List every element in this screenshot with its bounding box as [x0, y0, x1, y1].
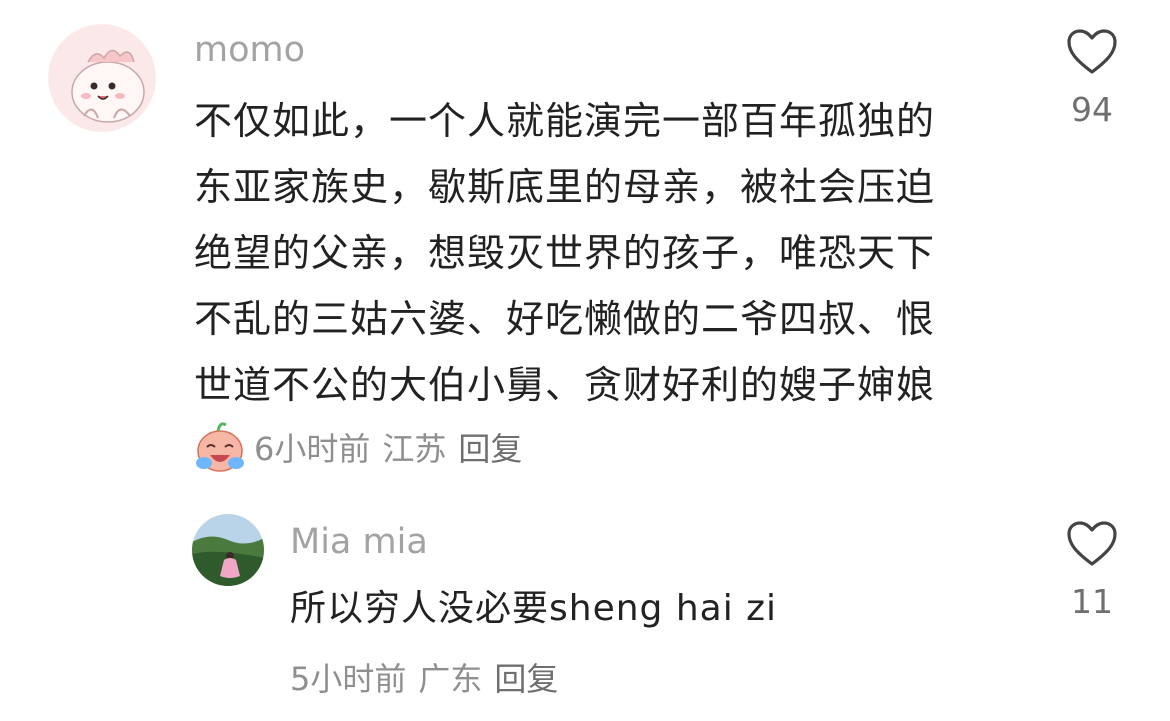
comment-line: 世道不公的大伯小舅、贪财好利的嫂子婶娘	[194, 363, 936, 407]
comment-line: 不乱的三姑六婆、好吃懒做的二爷四叔、恨	[194, 297, 936, 341]
username[interactable]: Mia mia	[290, 522, 428, 562]
like-button[interactable]: 94	[1058, 28, 1126, 129]
comment-line: 所以穷人没必要sheng hai zi	[290, 588, 778, 629]
heart-icon[interactable]	[1066, 520, 1118, 568]
comment-line: 不仅如此，一个人就能演完一部百年孤独的	[194, 99, 936, 143]
comment-meta: 5小时前 广东 回复	[290, 652, 570, 702]
comment-location: 江苏	[382, 430, 447, 468]
reply-button[interactable]: 回复	[494, 654, 558, 700]
landscape-photo-avatar-icon	[192, 514, 264, 586]
comment-line: 绝望的父亲，想毁灭世界的孩子，唯恐天下	[194, 231, 936, 275]
comment-time: 5小时前	[290, 660, 407, 698]
pink-dinosaur-avatar-icon	[48, 24, 156, 132]
like-count: 11	[1071, 582, 1113, 621]
comment-text: 不仅如此，一个人就能演完一部百年孤独的 东亚家族史，歇斯底里的母亲，被社会压迫 …	[194, 88, 935, 418]
avatar[interactable]	[192, 514, 264, 586]
username[interactable]: momo	[194, 30, 305, 70]
comment-meta: 6小时前 江苏 回复	[192, 418, 534, 476]
comment-text: 所以穷人没必要sheng hai zi	[290, 578, 777, 640]
comment-line: 东亚家族史，歇斯底里的母亲，被社会压迫	[194, 165, 936, 209]
avatar[interactable]	[48, 24, 156, 132]
heart-icon[interactable]	[1066, 28, 1118, 76]
like-count: 94	[1071, 90, 1113, 129]
comment-location: 广东	[418, 660, 483, 698]
crying-laughing-icon	[196, 422, 244, 472]
comment-time: 6小时前	[254, 430, 371, 468]
reply-button[interactable]: 回复	[458, 424, 522, 470]
like-button[interactable]: 11	[1058, 520, 1126, 621]
